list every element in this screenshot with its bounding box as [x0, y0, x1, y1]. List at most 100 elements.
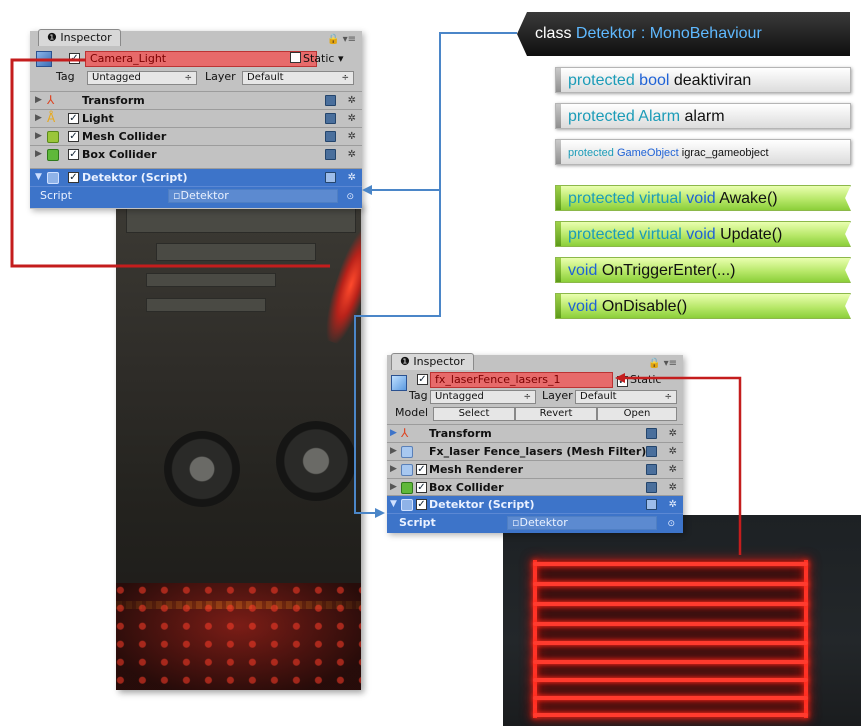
gear-icon[interactable]: ✲ [669, 479, 677, 496]
help-book-icon[interactable] [646, 464, 657, 475]
tab-label: Inspector [60, 31, 112, 44]
tab-inspector[interactable]: ❶ Inspector [391, 353, 474, 370]
method-return-type: void [568, 262, 598, 279]
help-book-icon[interactable] [325, 172, 336, 183]
tab-inspector[interactable]: ❶ Inspector [38, 29, 121, 46]
help-book-icon[interactable] [325, 113, 336, 124]
expand-arrow-icon[interactable]: ▼ [390, 496, 397, 513]
method-return-type: void [568, 298, 598, 315]
component-row-mesh-collider[interactable]: ▶ Mesh Collider ✲ [30, 127, 362, 145]
lock-icon[interactable]: 🔒 ▾≡ [327, 34, 356, 45]
object-picker-icon[interactable]: ⊙ [667, 516, 675, 533]
model-select-button[interactable]: Select [433, 407, 515, 421]
gear-icon[interactable]: ✲ [669, 443, 677, 460]
static-checkbox[interactable] [617, 376, 628, 387]
field-igrac-gameobject: protected GameObject igrac_gameobject [555, 139, 851, 165]
tag-dropdown[interactable]: Untagged [430, 390, 536, 404]
active-checkbox[interactable] [69, 53, 80, 64]
component-row-box-collider[interactable]: ▶ Box Collider ✲ [30, 145, 362, 163]
expand-arrow-icon[interactable]: ▶ [390, 443, 397, 460]
class-keyword: class [535, 25, 572, 42]
expand-arrow-icon[interactable]: ▶ [390, 461, 397, 478]
model-revert-button[interactable]: Revert [515, 407, 597, 421]
help-book-icon[interactable] [325, 131, 336, 142]
class-name: Detektor : MonoBehaviour [575, 25, 762, 42]
component-enabled-checkbox[interactable] [68, 113, 79, 124]
component-label: Light [82, 112, 114, 125]
component-label: Detektor (Script) [429, 498, 535, 511]
static-toggle[interactable]: Static [617, 373, 661, 387]
laser-beam [533, 622, 808, 626]
component-label: Transform [82, 94, 145, 107]
object-picker-icon[interactable]: ⊙ [346, 189, 354, 206]
static-toggle[interactable]: Static ▾ [290, 52, 343, 66]
transform-icon: ⅄ [47, 93, 55, 107]
laser-beam [533, 582, 808, 586]
help-book-icon[interactable] [646, 499, 657, 510]
script-object-field[interactable]: ▫Detektor [507, 516, 657, 530]
connector-blue-class-to-inspector1 [372, 32, 517, 191]
component-enabled-checkbox[interactable] [416, 464, 427, 475]
component-row-mesh-renderer[interactable]: ▶ Mesh Renderer ✲ [387, 460, 683, 478]
gear-icon[interactable]: ✲ [348, 128, 356, 145]
component-row-transform[interactable]: ▶ ⅄ Transform ✲ [30, 91, 362, 109]
arrow-head-icon [362, 185, 372, 195]
layer-label: Layer [542, 389, 573, 402]
field-type: Alarm [638, 108, 681, 125]
field-type: bool [639, 72, 670, 89]
tab-label: Inspector [413, 355, 465, 368]
component-row-transform[interactable]: ▶ ⅄ Transform ✲ [387, 424, 683, 442]
component-row-mesh-filter[interactable]: ▶ Fx_laser Fence_lasers (Mesh Filter) ✲ [387, 442, 683, 460]
gear-icon[interactable]: ✲ [669, 425, 677, 442]
component-enabled-checkbox[interactable] [68, 131, 79, 142]
layer-value: Default [580, 391, 617, 402]
chevron-down-icon[interactable]: ▾ [338, 52, 344, 65]
expand-arrow-icon[interactable]: ▶ [35, 92, 42, 109]
component-enabled-checkbox[interactable] [416, 499, 427, 510]
laser-fence-scene-image [503, 515, 861, 726]
component-enabled-checkbox[interactable] [416, 482, 427, 493]
expand-arrow-icon[interactable]: ▶ [35, 128, 42, 145]
expand-arrow-icon[interactable]: ▶ [390, 425, 397, 442]
help-book-icon[interactable] [646, 446, 657, 457]
help-book-icon[interactable] [646, 428, 657, 439]
gear-icon[interactable]: ✲ [348, 146, 356, 163]
object-name-field[interactable]: fx_laserFence_lasers_1 [430, 372, 613, 388]
laser-floor-pattern [116, 583, 361, 690]
component-row-detektor-script[interactable]: ▼ Detektor (Script) ✲ [387, 495, 683, 513]
help-book-icon[interactable] [646, 482, 657, 493]
gear-icon[interactable]: ✲ [669, 496, 677, 513]
tag-dropdown[interactable]: Untagged [87, 71, 197, 85]
expand-arrow-icon[interactable]: ▶ [35, 146, 42, 163]
script-object-field[interactable]: ▫Detektor [168, 189, 338, 203]
script-field-row: Script ▫Detektor ⊙ [30, 186, 362, 208]
tag-label: Tag [56, 70, 75, 83]
component-enabled-checkbox[interactable] [68, 172, 79, 183]
expand-arrow-icon[interactable]: ▼ [35, 169, 42, 186]
field-type: GameObject [616, 147, 679, 159]
help-book-icon[interactable] [325, 149, 336, 160]
mesh-filter-icon [401, 446, 413, 458]
layer-dropdown[interactable]: Default [242, 71, 354, 85]
light-icon: Å [47, 111, 56, 125]
active-checkbox[interactable] [417, 374, 428, 385]
layer-dropdown[interactable]: Default [575, 390, 677, 404]
gear-icon[interactable]: ✲ [348, 110, 356, 127]
expand-arrow-icon[interactable]: ▶ [35, 110, 42, 127]
component-row-light[interactable]: ▶ Å Light ✲ [30, 109, 362, 127]
gear-icon[interactable]: ✲ [669, 461, 677, 478]
component-row-detektor-script[interactable]: ▼ Detektor (Script) ✲ [30, 168, 362, 186]
lock-icon[interactable]: 🔒 ▾≡ [648, 358, 677, 369]
field-deaktiviran: protected bool deaktiviran [555, 67, 851, 93]
component-enabled-checkbox[interactable] [68, 149, 79, 160]
info-icon: ❶ [400, 355, 410, 368]
component-row-box-collider[interactable]: ▶ Box Collider ✲ [387, 478, 683, 496]
gear-icon[interactable]: ✲ [348, 92, 356, 109]
object-name-field[interactable]: Camera_Light [85, 51, 317, 67]
help-book-icon[interactable] [325, 95, 336, 106]
model-open-button[interactable]: Open [597, 407, 677, 421]
expand-arrow-icon[interactable]: ▶ [390, 479, 397, 496]
static-checkbox[interactable] [290, 52, 301, 63]
box-collider-icon [47, 149, 59, 161]
gear-icon[interactable]: ✲ [348, 169, 356, 186]
